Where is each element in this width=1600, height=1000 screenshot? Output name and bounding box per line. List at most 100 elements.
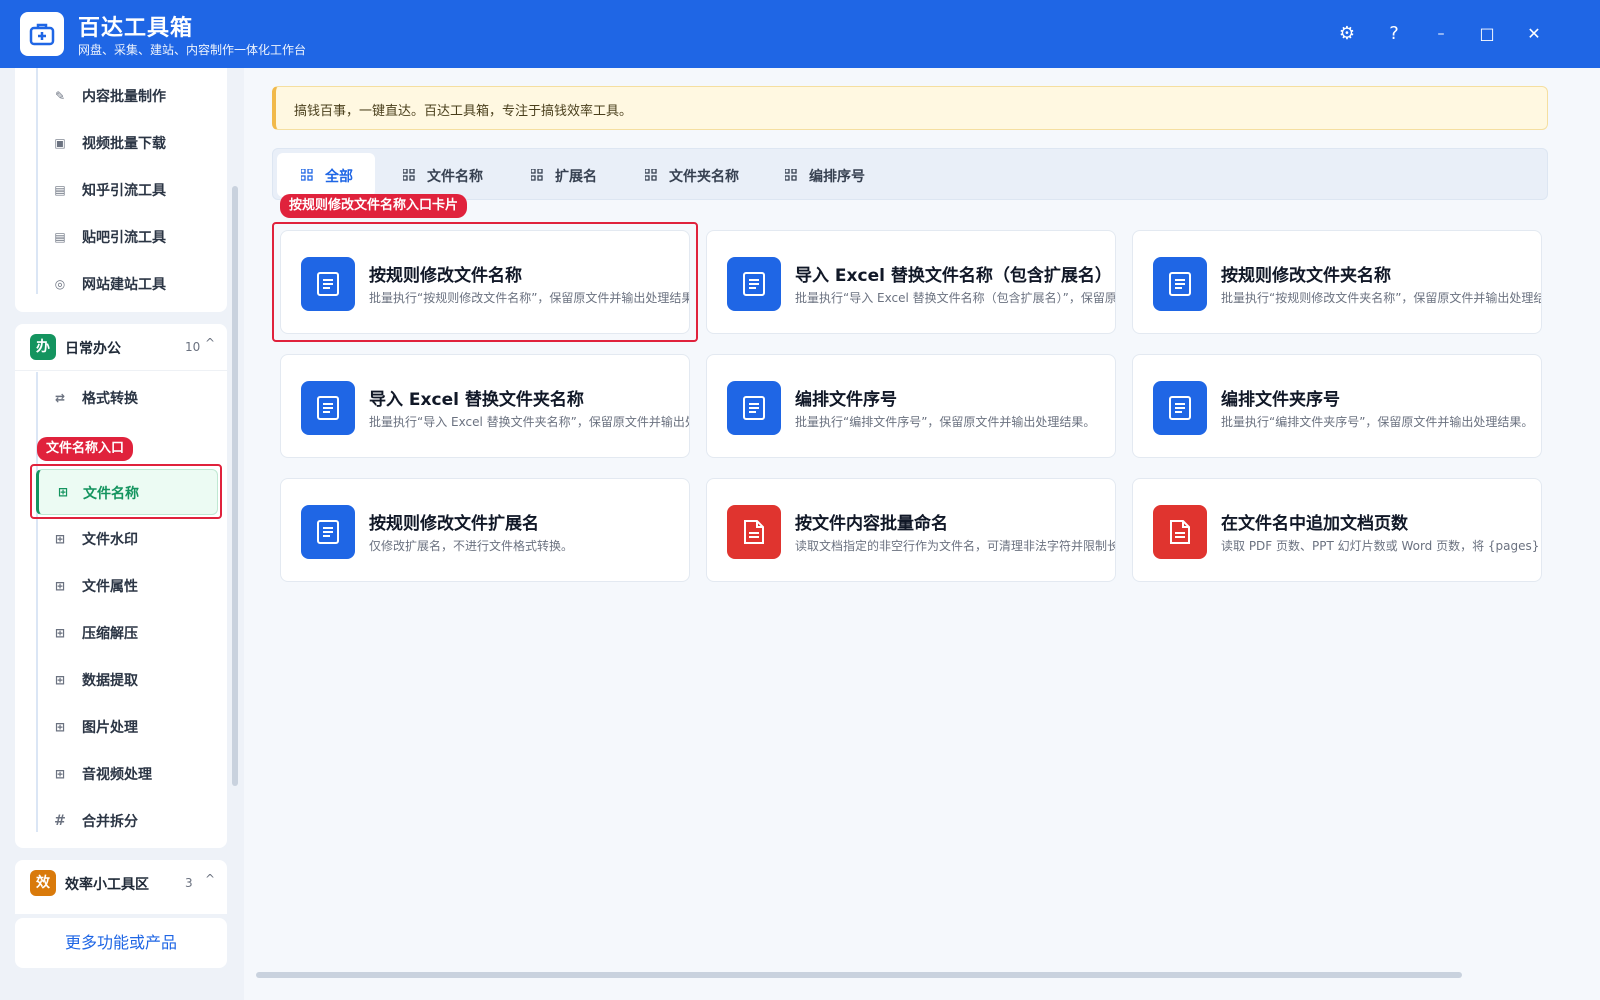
sidebar-item-label: 视频批量下载 — [82, 136, 166, 152]
tab-folder-name[interactable]: 文件夹名称 — [621, 153, 751, 197]
maximize-button[interactable]: □ — [1473, 20, 1501, 48]
title-bar: 百达工具箱 网盘、采集、建站、内容制作一体化工作台 ⚙ ? – □ ✕ — [0, 0, 1600, 68]
edit-icon: ✎ — [54, 89, 66, 103]
card-description: 读取文档指定的非空行作为文件名，可清理非法字符并限制长度； — [795, 539, 1116, 553]
tab-label: 文件夹名称 — [669, 169, 739, 185]
card-append-page-count[interactable]: 在文件名中追加文档页数 读取 PDF 页数、PPT 幻灯片数或 Word 页数，… — [1132, 478, 1542, 582]
category-tabs: 全部 文件名称 扩展名 文件夹名称 编排序号 — [272, 148, 1548, 200]
minimize-button[interactable]: – — [1427, 20, 1455, 48]
swap-icon: ⇄ — [54, 391, 66, 405]
grid-icon: ⊞ — [54, 532, 66, 546]
video-icon: ▣ — [54, 136, 66, 150]
tab-label: 文件名称 — [427, 169, 483, 185]
sidebar-item-label: 音视频处理 — [82, 767, 152, 783]
sidebar-item-label: 格式转换 — [82, 391, 138, 407]
group-header-efficiency[interactable]: 效 效率小工具区 3 ^ — [15, 860, 227, 906]
card-description: 批量执行“按规则修改文件夹名称”，保留原文件并输出处理结果。 — [1221, 291, 1542, 305]
card-title: 在文件名中追加文档页数 — [1221, 514, 1408, 534]
sidebar-item-label: 文件名称 — [83, 486, 139, 502]
tab-label: 编排序号 — [809, 169, 865, 185]
sidebar-item-format-convert[interactable]: ⇄ 格式转换 — [34, 378, 220, 418]
sidebar-item-file-properties[interactable]: ⊞ 文件属性 — [34, 566, 220, 606]
sidebar-item-label: 知乎引流工具 — [82, 183, 166, 199]
file-text-icon — [1153, 505, 1207, 559]
tab-all[interactable]: 全部 — [277, 153, 375, 197]
sidebar-item-audio-video[interactable]: ⊞ 音视频处理 — [34, 754, 220, 794]
efficiency-badge-icon: 效 — [30, 870, 56, 896]
sidebar-item-video-download[interactable]: ▣ 视频批量下载 — [34, 123, 220, 163]
callout-label: 文件名称入口 — [37, 437, 134, 461]
sidebar-item-merge-split[interactable]: # 合并拆分 — [34, 801, 220, 841]
document-icon — [727, 257, 781, 311]
sidebar-item-site-builder[interactable]: ◎ 网站建站工具 — [34, 264, 220, 304]
sidebar-item-label: 数据提取 — [82, 673, 138, 689]
sidebar-item-image-process[interactable]: ⊞ 图片处理 — [34, 707, 220, 747]
tab-numbering[interactable]: 编排序号 — [761, 153, 881, 197]
settings-gear-icon[interactable]: ⚙ — [1333, 20, 1361, 48]
card-description: 批量执行“编排文件序号”，保留原文件并输出处理结果。 — [795, 415, 1096, 429]
sidebar-item-tieba-tool[interactable]: ▤ 贴吧引流工具 — [34, 217, 220, 257]
app-title: 百达工具箱 — [78, 16, 194, 41]
sidebar-item-label: 文件水印 — [82, 532, 138, 548]
grid-icon — [301, 169, 313, 181]
globe-icon: ◎ — [54, 277, 66, 291]
card-excel-replace-filename[interactable]: 导入 Excel 替换文件名称（包含扩展名） 批量执行“导入 Excel 替换文… — [706, 230, 1116, 334]
help-icon[interactable]: ? — [1380, 20, 1408, 48]
sidebar-scrollbar[interactable] — [232, 186, 238, 786]
notice-banner: 搞钱百事，一键直达。百达工具箱，专注于搞钱效率工具。 — [272, 86, 1548, 130]
group-title: 效率小工具区 — [65, 877, 149, 893]
grid-icon: ⊞ — [54, 673, 66, 687]
document-icon — [727, 381, 781, 435]
app-subtitle: 网盘、采集、建站、内容制作一体化工作台 — [78, 43, 307, 57]
more-features-button[interactable]: 更多功能或产品 — [15, 918, 227, 968]
tab-file-name[interactable]: 文件名称 — [379, 153, 497, 197]
horizontal-scrollbar[interactable] — [256, 972, 1462, 978]
grid-icon — [645, 169, 657, 181]
sidebar-item-file-watermark[interactable]: ⊞ 文件水印 — [34, 519, 220, 559]
file-text-icon — [727, 505, 781, 559]
card-title: 按规则修改文件夹名称 — [1221, 266, 1391, 286]
card-title: 按规则修改文件扩展名 — [369, 514, 539, 534]
sidebar-item-label: 网站建站工具 — [82, 277, 166, 293]
grid-icon: ⊞ — [54, 720, 66, 734]
sidebar-item-file-name[interactable]: ⊞ 文件名称 — [36, 469, 218, 515]
tab-label: 扩展名 — [555, 169, 597, 185]
card-description: 批量执行“编排文件夹序号”，保留原文件并输出处理结果。 — [1221, 415, 1534, 429]
group-header-office[interactable]: 办 日常办公 10 ^ — [15, 324, 227, 370]
card-excel-replace-foldername[interactable]: 导入 Excel 替换文件夹名称 批量执行“导入 Excel 替换文件夹名称”，… — [280, 354, 690, 458]
sidebar-item-label: 压缩解压 — [82, 626, 138, 642]
hash-icon: # — [54, 813, 66, 829]
tieba-icon: ▤ — [54, 230, 66, 244]
sidebar-item-label: 图片处理 — [82, 720, 138, 736]
card-number-folders[interactable]: 编排文件夹序号 批量执行“编排文件夹序号”，保留原文件并输出处理结果。 — [1132, 354, 1542, 458]
card-rename-folder-by-rule[interactable]: 按规则修改文件夹名称 批量执行“按规则修改文件夹名称”，保留原文件并输出处理结果… — [1132, 230, 1542, 334]
sidebar-item-content-batch[interactable]: ✎ 内容批量制作 — [34, 76, 220, 116]
card-title: 导入 Excel 替换文件夹名称 — [369, 390, 584, 410]
callout-label: 按规则修改文件名称入口卡片 — [280, 194, 468, 218]
grid-icon: ⊞ — [54, 767, 66, 781]
divider — [15, 370, 227, 371]
close-button[interactable]: ✕ — [1520, 20, 1548, 48]
sidebar-item-zhihu-tool[interactable]: ▤ 知乎引流工具 — [34, 170, 220, 210]
card-description: 批量执行“导入 Excel 替换文件夹名称”，保留原文件并输出处理结 — [369, 415, 690, 429]
sidebar-item-data-extract[interactable]: ⊞ 数据提取 — [34, 660, 220, 700]
card-title: 按规则修改文件名称 — [369, 266, 522, 286]
group-count: 3 — [185, 876, 193, 890]
sidebar-item-label: 合并拆分 — [82, 814, 138, 830]
document-icon — [301, 257, 355, 311]
sidebar-item-label: 内容批量制作 — [82, 89, 166, 105]
sidebar-item-label: 贴吧引流工具 — [82, 230, 166, 246]
document-icon — [1153, 257, 1207, 311]
collapse-caret-icon[interactable]: ^ — [205, 336, 215, 350]
document-icon — [301, 381, 355, 435]
card-rename-extension[interactable]: 按规则修改文件扩展名 仅修改扩展名，不进行文件格式转换。 — [280, 478, 690, 582]
collapse-caret-icon[interactable]: ^ — [205, 872, 215, 886]
tab-extension[interactable]: 扩展名 — [507, 153, 611, 197]
card-description: 读取 PDF 页数、PPT 幻灯片数或 Word 页数，将 {pages} 写入… — [1221, 539, 1541, 553]
grid-icon — [531, 169, 543, 181]
sidebar-item-compress[interactable]: ⊞ 压缩解压 — [34, 613, 220, 653]
grid-icon: ⊞ — [54, 626, 66, 640]
card-rename-by-rule[interactable]: 按规则修改文件名称 批量执行“按规则修改文件名称”，保留原文件并输出处理结果。 — [280, 230, 690, 334]
card-number-files[interactable]: 编排文件序号 批量执行“编排文件序号”，保留原文件并输出处理结果。 — [706, 354, 1116, 458]
card-name-by-content[interactable]: 按文件内容批量命名 读取文档指定的非空行作为文件名，可清理非法字符并限制长度； — [706, 478, 1116, 582]
